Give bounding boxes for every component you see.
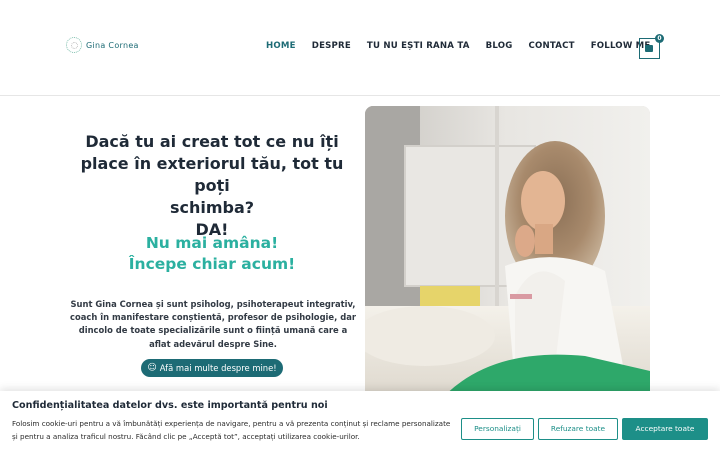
cart-count-badge: 0 [655, 34, 664, 43]
hero-title: Dacă tu ai creat tot ce nu îți place în … [64, 131, 360, 241]
nav-item-blog[interactable]: BLOG [486, 41, 513, 51]
hero-title-line: schimba? [169, 198, 255, 217]
logo[interactable]: Gina Cornea [66, 37, 139, 53]
hero-title-line: Dacă tu ai creat tot ce nu îți [85, 132, 339, 151]
hero-description: Sunt Gina Cornea și sunt psiholog, psiho… [70, 299, 356, 349]
hero-subtitle: Nu mai amâna! Începe chiar acum! [64, 233, 360, 275]
main-nav: HOME DESPRE TU NU EȘTI RANA TA BLOG CONT… [266, 41, 667, 51]
smiley-icon: ☺ [147, 363, 157, 373]
cart-button[interactable]: 0 [639, 34, 664, 59]
about-me-button-label: Afă mai multe despre mine! [159, 363, 277, 373]
shopping-bag-icon [645, 45, 653, 52]
nav-item-home[interactable]: HOME [266, 41, 296, 51]
portrait-image [365, 106, 650, 406]
logo-text: Gina Cornea [86, 40, 139, 50]
cookie-customize-button[interactable]: Personalizați [461, 418, 534, 440]
hero-subtitle-line: Nu mai amâna! [145, 234, 279, 252]
page: Gina Cornea HOME DESPRE TU NU EȘTI RANA … [0, 0, 720, 450]
site-header: Gina Cornea HOME DESPRE TU NU EȘTI RANA … [0, 0, 720, 96]
nav-item-despre[interactable]: DESPRE [312, 41, 351, 51]
cookie-text: Folosim cookie-uri pentru a vă îmbunătăț… [12, 419, 451, 441]
cookie-accept-button[interactable]: Acceptare toate [622, 418, 708, 440]
hero-subtitle-line: Începe chiar acum! [128, 255, 296, 273]
hero-title-line: place în exteriorul tău, tot tu poți [80, 154, 344, 195]
cookie-reject-button[interactable]: Refuzare toate [538, 418, 618, 440]
logo-mark-icon [66, 37, 82, 53]
cookie-title: Confidențialitatea datelor dvs. este imp… [12, 400, 328, 411]
hero-photo [365, 106, 650, 406]
about-me-button[interactable]: ☺ Afă mai multe despre mine! [141, 359, 283, 377]
nav-item-contact[interactable]: CONTACT [528, 41, 574, 51]
nav-item-tu-nu-esti-rana-ta[interactable]: TU NU EȘTI RANA TA [367, 41, 470, 51]
